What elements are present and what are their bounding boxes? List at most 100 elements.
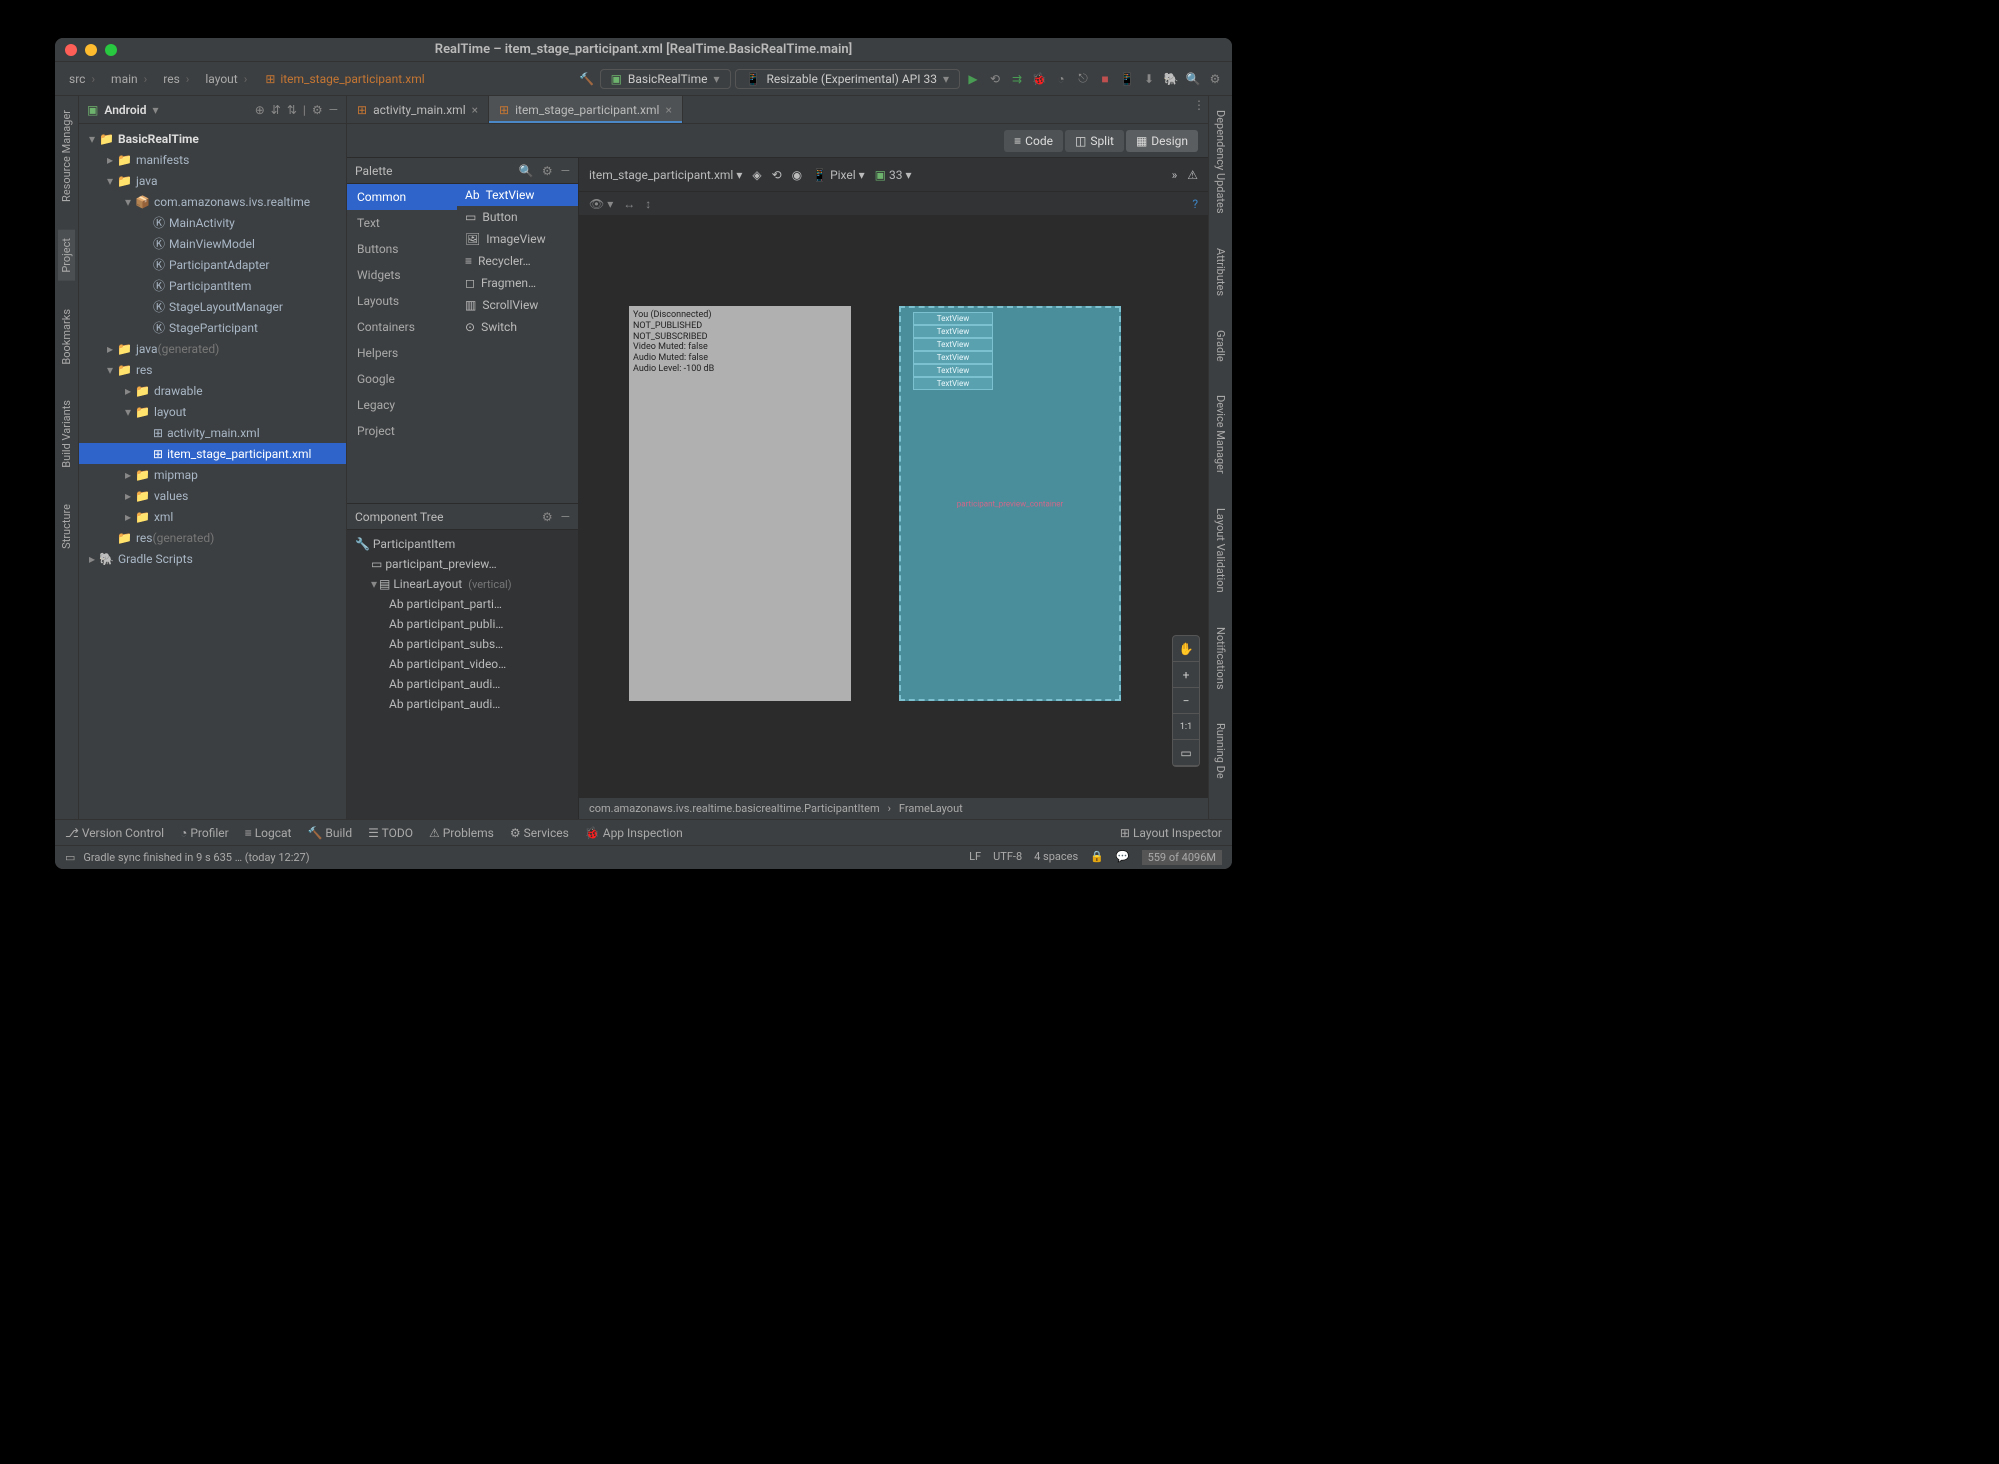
- gear-icon[interactable]: ⚙: [542, 164, 553, 178]
- palette-category[interactable]: Google: [347, 366, 457, 392]
- left-tab[interactable]: Structure: [58, 496, 75, 557]
- chevron-down-icon[interactable]: [152, 103, 158, 117]
- gear-icon[interactable]: ⚙: [542, 510, 553, 524]
- breadcrumb[interactable]: res: [157, 70, 195, 88]
- right-tab[interactable]: Device Manager: [1212, 387, 1229, 482]
- component-node[interactable]: Ab participant_parti…: [347, 594, 578, 614]
- help-icon[interactable]: ?: [1192, 197, 1198, 211]
- visibility-icon[interactable]: 👁 ▾: [589, 197, 613, 211]
- tree-node[interactable]: ▸📁java (generated): [79, 338, 346, 359]
- module-selector[interactable]: ▣BasicRealTime: [600, 69, 731, 89]
- project-tree[interactable]: ▾📁BasicRealTime▸📁manifests▾📁java▾📦com.am…: [79, 124, 346, 819]
- tree-node[interactable]: ⊞item_stage_participant.xml: [79, 443, 346, 464]
- file-selector[interactable]: item_stage_participant.xml ▾: [589, 168, 742, 182]
- palette-category[interactable]: Project: [347, 418, 457, 444]
- tree-node[interactable]: ▾📁java: [79, 170, 346, 191]
- palette-category[interactable]: Buttons: [347, 236, 457, 262]
- device-selector[interactable]: 📱Resizable (Experimental) API 33: [735, 69, 960, 89]
- orientation-icon[interactable]: ⟲: [772, 168, 782, 182]
- palette-category[interactable]: Layouts: [347, 288, 457, 314]
- palette-item[interactable]: 🖼 ImageView: [457, 228, 578, 250]
- tree-node[interactable]: ▸🐘Gradle Scripts: [79, 548, 346, 569]
- breadcrumb[interactable]: layout: [199, 70, 253, 88]
- breadcrumb[interactable]: src: [63, 70, 101, 88]
- hide-icon[interactable]: —: [329, 103, 338, 117]
- line-ending[interactable]: LF: [969, 850, 981, 865]
- expand-icon[interactable]: ⇵: [271, 103, 281, 117]
- tree-node[interactable]: ⓀParticipantItem: [79, 275, 346, 296]
- breadcrumb-path[interactable]: com.amazonaws.ivs.realtime.basicrealtime…: [589, 802, 880, 815]
- tree-node[interactable]: ⓀMainViewModel: [79, 233, 346, 254]
- tree-node[interactable]: ▾📦com.amazonaws.ivs.realtime: [79, 191, 346, 212]
- stop-icon[interactable]: ■: [1096, 70, 1114, 88]
- view-split[interactable]: ◫Split: [1065, 130, 1124, 152]
- overflow-icon[interactable]: »: [1172, 168, 1178, 182]
- maximize-icon[interactable]: [105, 44, 117, 56]
- close-icon[interactable]: ×: [665, 103, 671, 117]
- palette-item[interactable]: ▥ ScrollView: [457, 294, 578, 316]
- palette-item[interactable]: ◻ Fragmen…: [457, 272, 578, 294]
- pan-h-icon[interactable]: ↔: [623, 197, 635, 211]
- component-tree[interactable]: 🔧 ParticipantItem▭ participant_preview…▾…: [347, 530, 578, 819]
- tree-node[interactable]: 📁res (generated): [79, 527, 346, 548]
- tree-node[interactable]: ⓀMainActivity: [79, 212, 346, 233]
- run-icon[interactable]: ▶: [964, 70, 982, 88]
- minimize-icon[interactable]: [85, 44, 97, 56]
- tree-node[interactable]: ▾📁BasicRealTime: [79, 128, 346, 149]
- palette-item[interactable]: ⊙ Switch: [457, 316, 578, 338]
- breadcrumb-file[interactable]: ⊞ item_stage_participant.xml: [257, 70, 430, 88]
- palette-category[interactable]: Containers: [347, 314, 457, 340]
- tree-node[interactable]: ▸📁drawable: [79, 380, 346, 401]
- palette-category[interactable]: Text: [347, 210, 457, 236]
- component-node[interactable]: Ab participant_audi…: [347, 674, 578, 694]
- zoom-fit[interactable]: ▭: [1173, 740, 1199, 766]
- tree-node[interactable]: ▸📁xml: [79, 506, 346, 527]
- right-tab[interactable]: Dependency Updates: [1212, 102, 1229, 222]
- blueprint-preview[interactable]: TextViewTextViewTextViewTextViewTextView…: [899, 306, 1121, 701]
- bottom-tab[interactable]: ☰ TODO: [368, 826, 413, 840]
- palette-item[interactable]: Ab TextView: [457, 184, 578, 206]
- tab[interactable]: ⊞item_stage_participant.xml×: [489, 96, 683, 123]
- zoom-reset[interactable]: 1:1: [1173, 714, 1199, 740]
- collapse-icon[interactable]: ⇅: [287, 103, 297, 117]
- zoom-in[interactable]: +: [1173, 662, 1199, 688]
- bottom-tab[interactable]: ⚠ Problems: [429, 826, 494, 840]
- apply-changes-icon[interactable]: ⟲: [986, 70, 1004, 88]
- palette-category[interactable]: Widgets: [347, 262, 457, 288]
- palette-item[interactable]: ▭ Button: [457, 206, 578, 228]
- device-dropdown[interactable]: 📱 Pixel ▾: [812, 168, 865, 182]
- debug-icon[interactable]: 🐞: [1030, 70, 1048, 88]
- design-preview[interactable]: You (Disconnected)NOT_PUBLISHEDNOT_SUBSC…: [629, 306, 851, 701]
- pan-icon[interactable]: ✋: [1173, 636, 1199, 662]
- notif-icon[interactable]: 💬: [1116, 850, 1130, 865]
- warning-icon[interactable]: ⚠: [1187, 168, 1198, 182]
- tree-node[interactable]: ▸📁manifests: [79, 149, 346, 170]
- bottom-tab[interactable]: ≡ Logcat: [245, 826, 292, 840]
- right-tab[interactable]: Notifications: [1212, 619, 1229, 698]
- pan-v-icon[interactable]: ↕: [645, 197, 651, 211]
- search-icon[interactable]: 🔍: [519, 164, 534, 178]
- gear-icon[interactable]: ⚙: [1206, 70, 1224, 88]
- tree-node[interactable]: ▸📁values: [79, 485, 346, 506]
- bottom-tab[interactable]: ⚙ Services: [510, 826, 569, 840]
- project-dropdown[interactable]: Android: [104, 103, 146, 117]
- palette-category[interactable]: Common: [347, 184, 457, 210]
- component-node[interactable]: ▭ participant_preview…: [347, 554, 578, 574]
- component-node[interactable]: Ab participant_publi…: [347, 614, 578, 634]
- breadcrumb-tail[interactable]: FrameLayout: [899, 802, 963, 815]
- left-tab[interactable]: Build Variants: [58, 392, 75, 476]
- palette-category[interactable]: Helpers: [347, 340, 457, 366]
- hide-icon[interactable]: —: [561, 164, 570, 178]
- design-canvas[interactable]: You (Disconnected)NOT_PUBLISHEDNOT_SUBSC…: [579, 216, 1208, 797]
- tree-node[interactable]: ▾📁res: [79, 359, 346, 380]
- traffic-lights[interactable]: [65, 44, 117, 56]
- tree-node[interactable]: ⊞activity_main.xml: [79, 422, 346, 443]
- indent[interactable]: 4 spaces: [1034, 850, 1078, 865]
- statusbar-icon[interactable]: ▭: [65, 851, 75, 864]
- palette-categories[interactable]: CommonTextButtonsWidgetsLayoutsContainer…: [347, 184, 457, 503]
- palette-item[interactable]: ≡ Recycler…: [457, 250, 578, 272]
- component-node[interactable]: Ab participant_audi…: [347, 694, 578, 714]
- bottom-tab[interactable]: ⎇ Version Control: [65, 826, 164, 840]
- tree-node[interactable]: ▾📁layout: [79, 401, 346, 422]
- avd-icon[interactable]: 📱: [1118, 70, 1136, 88]
